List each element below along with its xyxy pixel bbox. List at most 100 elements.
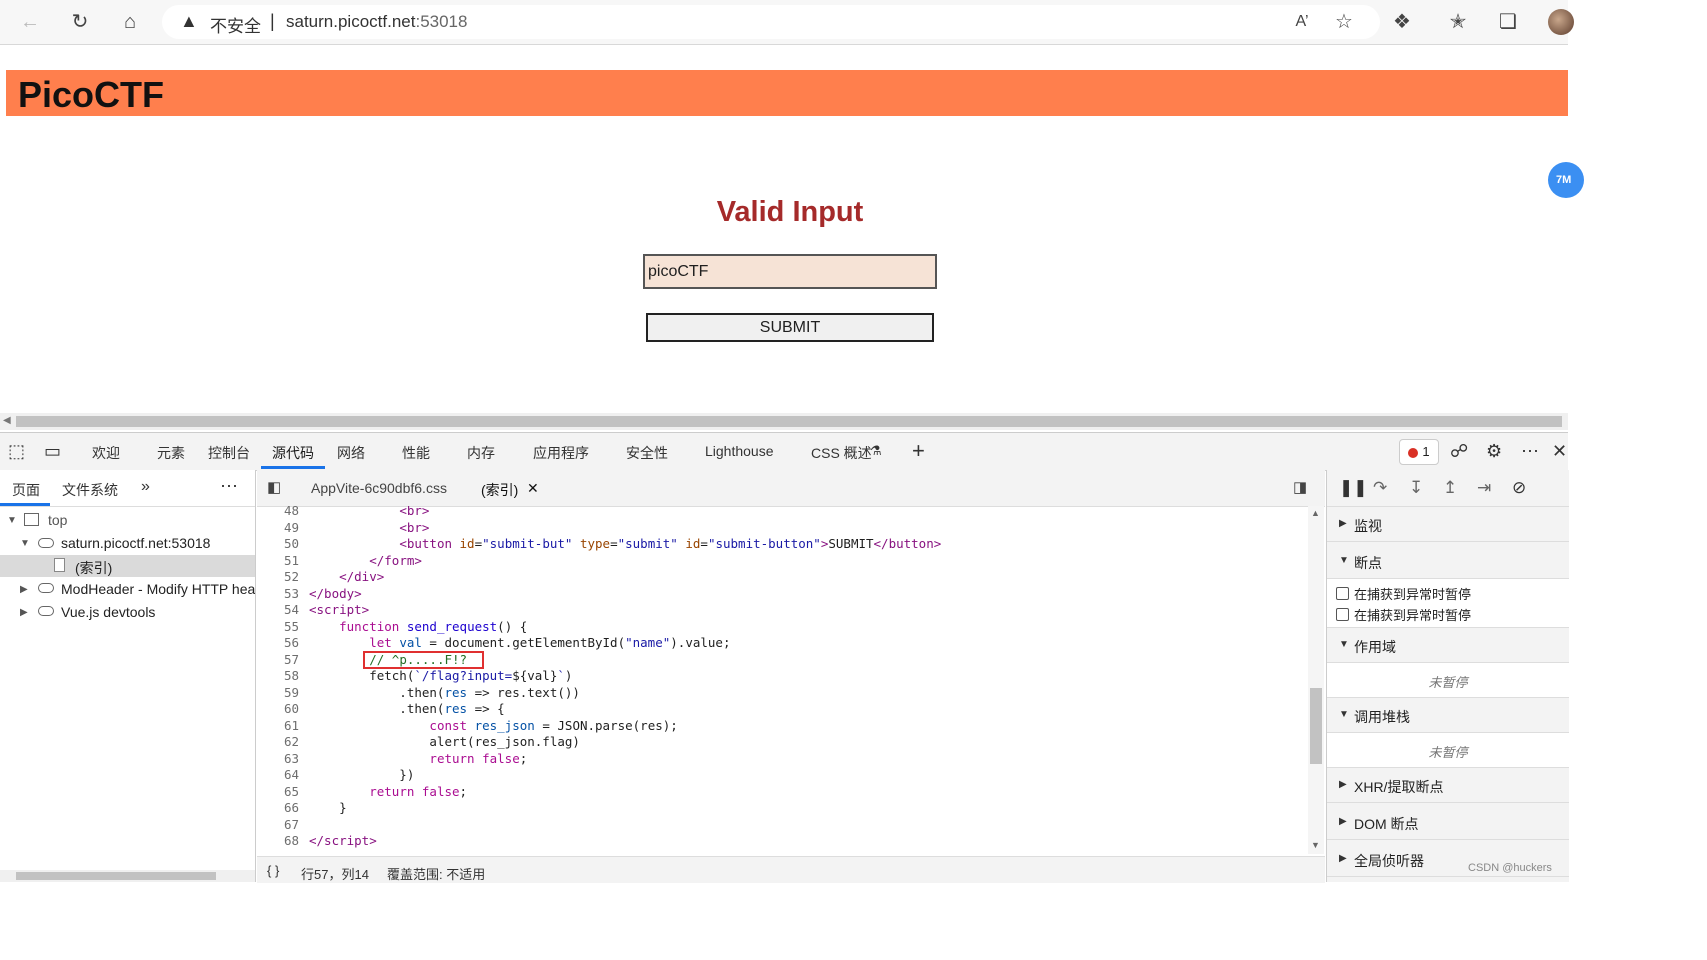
code-line: alert(res_json.flag) [309, 734, 580, 749]
not-paused-text: 未暂停 [1428, 745, 1468, 760]
code-line: return false; [369, 783, 468, 799]
step-out-icon[interactable]: ↥ [1443, 478, 1457, 498]
step-into-icon[interactable]: ↧ [1409, 478, 1423, 498]
tree-vue-devtools[interactable]: Vue.js devtools [61, 604, 155, 620]
code-editor: ◧ AppVite-6c90dbf6.css (索引) ✕ ◨ 48 <br> … [257, 470, 1325, 882]
navigator-menu-icon[interactable]: ⋯ [220, 476, 238, 497]
code-area[interactable]: 48 <br> 49 <br> 50 <button id="submit-bu… [257, 506, 1307, 858]
address-bar[interactable]: ▲ 不安全 | saturn.picoctf.net:53018 [162, 5, 1380, 39]
home-icon[interactable]: ⌂ [118, 10, 142, 34]
collections-icon[interactable]: ❏ [1496, 10, 1520, 34]
deactivate-breakpoints-icon[interactable]: ⊘ [1512, 478, 1526, 498]
tab-console[interactable]: 控制台 [208, 443, 250, 463]
line-number: 54 [283, 602, 299, 617]
scope-section[interactable]: ▼ 作用域 [1327, 628, 1569, 663]
line-number: 49 [283, 519, 299, 535]
tree-top[interactable]: top [48, 512, 67, 528]
debugger-sidebar: ❚❚ ↷ ↧ ↥ ⇥ ⊘ ▶ 监视 ▼ 断点 在捕获到异常时暂停 在捕获到异常时暂停… [1326, 470, 1569, 882]
callstack-section[interactable]: ▼ 调用堆栈 [1327, 698, 1569, 733]
tab-page[interactable]: 页面 [12, 480, 40, 500]
section-label: 全局侦听器 [1354, 853, 1424, 869]
tree-domain[interactable]: saturn.picoctf.net:53018 [61, 535, 210, 551]
url-text: saturn.picoctf.net:53018 [286, 12, 467, 32]
tab-security[interactable]: 安全性 [626, 443, 668, 463]
step-icon[interactable]: ⇥ [1477, 478, 1491, 498]
dom-breakpoints-section[interactable]: ▶ DOM 断点 [1327, 805, 1569, 840]
tab-performance[interactable]: 性能 [402, 443, 430, 463]
tab-elements[interactable]: 元素 [157, 443, 185, 463]
line-number: 64 [283, 767, 299, 782]
editor-vertical-scrollbar[interactable]: ▲ ▼ [1308, 506, 1324, 854]
collapsed-modheader-icon[interactable]: ▶ [20, 584, 28, 595]
scrollbar-thumb[interactable] [16, 872, 216, 880]
pretty-print-icon[interactable]: { } [267, 863, 279, 878]
more-options-icon[interactable]: ⋯ [1521, 441, 1539, 462]
scrollbar-thumb[interactable] [1310, 688, 1322, 764]
line-number: 66 [283, 800, 299, 815]
toggle-navigator-icon[interactable]: ◧ [267, 478, 281, 496]
tab-welcome[interactable]: 欢迎 [92, 443, 120, 463]
scrollbar-thumb[interactable] [16, 416, 1562, 427]
settings-gear-icon[interactable]: ⚙ [1486, 441, 1502, 462]
toggle-debugger-icon[interactable]: ◨ [1293, 478, 1307, 496]
pause-icon[interactable]: ❚❚ [1339, 478, 1368, 498]
code-line: <br> [399, 519, 430, 535]
reload-icon[interactable]: ↻ [68, 10, 92, 34]
file-icon [54, 558, 65, 572]
xhr-breakpoints-section[interactable]: ▶ XHR/提取断点 [1327, 768, 1569, 803]
tab-sources[interactable]: 源代码 [272, 443, 314, 463]
floating-bubble[interactable]: 7M [1548, 162, 1584, 198]
code-line: return false; [429, 750, 528, 766]
editor-tab-index[interactable]: (索引) [481, 480, 518, 500]
collapsed-vue-icon[interactable]: ▶ [20, 607, 28, 618]
page-horizontal-scrollbar[interactable]: ◀ [0, 413, 1568, 430]
name-input[interactable]: picoCTF [643, 254, 937, 289]
tab-memory[interactable]: 内存 [467, 443, 495, 463]
line-number: 63 [283, 750, 299, 766]
selected-file-row[interactable] [0, 555, 255, 577]
more-tabs-icon[interactable]: » [141, 478, 150, 496]
editor-tab-css[interactable]: AppVite-6c90dbf6.css [311, 480, 447, 496]
step-over-icon[interactable]: ↷ [1373, 478, 1387, 498]
tab-application[interactable]: 应用程序 [533, 443, 589, 463]
add-tab-icon[interactable]: + [912, 438, 925, 464]
back-icon[interactable]: ← [18, 10, 42, 34]
pause-uncaught-checkbox[interactable] [1336, 587, 1349, 600]
scroll-down-icon[interactable]: ▼ [1311, 840, 1320, 850]
code-line: <br> [399, 506, 430, 518]
device-toolbar-icon[interactable]: ▭ [44, 441, 61, 462]
tab-filesystem[interactable]: 文件系统 [62, 480, 118, 500]
watch-section[interactable]: ▶ 监视 [1327, 507, 1569, 542]
tab-network[interactable]: 网络 [337, 443, 365, 463]
expand-domain-icon[interactable]: ▼ [20, 538, 30, 549]
collapsed-icon: ▶ [1339, 518, 1347, 529]
add-favorite-icon[interactable]: ☆ [1332, 10, 1356, 34]
connection-icon[interactable]: ☍ [1450, 441, 1468, 462]
breakpoints-section[interactable]: ▼ 断点 [1327, 544, 1569, 579]
address-separator: | [270, 11, 275, 31]
favorites-icon[interactable]: ✭ [1446, 10, 1470, 34]
tab-css-overview[interactable]: CSS 概述 [811, 443, 872, 463]
line-number: 65 [283, 783, 299, 799]
error-counter[interactable]: 1 [1399, 439, 1439, 465]
navigator-scrollbar[interactable] [0, 870, 255, 882]
tree-index-file[interactable]: (索引) [75, 558, 112, 578]
read-aloud-icon[interactable]: A’ [1290, 10, 1314, 34]
expand-top-icon[interactable]: ▼ [7, 515, 17, 526]
close-tab-icon[interactable]: ✕ [527, 480, 539, 497]
navigator-tabs: 页面 文件系统 » ⋯ [0, 470, 255, 507]
submit-button[interactable]: SUBMIT [646, 313, 934, 342]
scroll-up-icon[interactable]: ▲ [1311, 508, 1320, 518]
tab-lighthouse[interactable]: Lighthouse [705, 443, 774, 459]
security-label: 不安全 [210, 17, 261, 36]
section-label: 调用堆栈 [1354, 709, 1410, 725]
tree-modheader[interactable]: ModHeader - Modify HTTP head [61, 581, 255, 597]
inspect-icon[interactable]: ⬚ [8, 441, 25, 462]
scroll-left-icon[interactable]: ◀ [3, 415, 11, 426]
close-devtools-icon[interactable]: ✕ [1552, 441, 1567, 462]
extensions-icon[interactable]: ❖ [1390, 10, 1414, 34]
line-number: 56 [283, 635, 299, 650]
pause-caught-checkbox[interactable] [1336, 608, 1349, 621]
avatar[interactable] [1548, 9, 1574, 35]
line-number: 50 [283, 536, 299, 551]
